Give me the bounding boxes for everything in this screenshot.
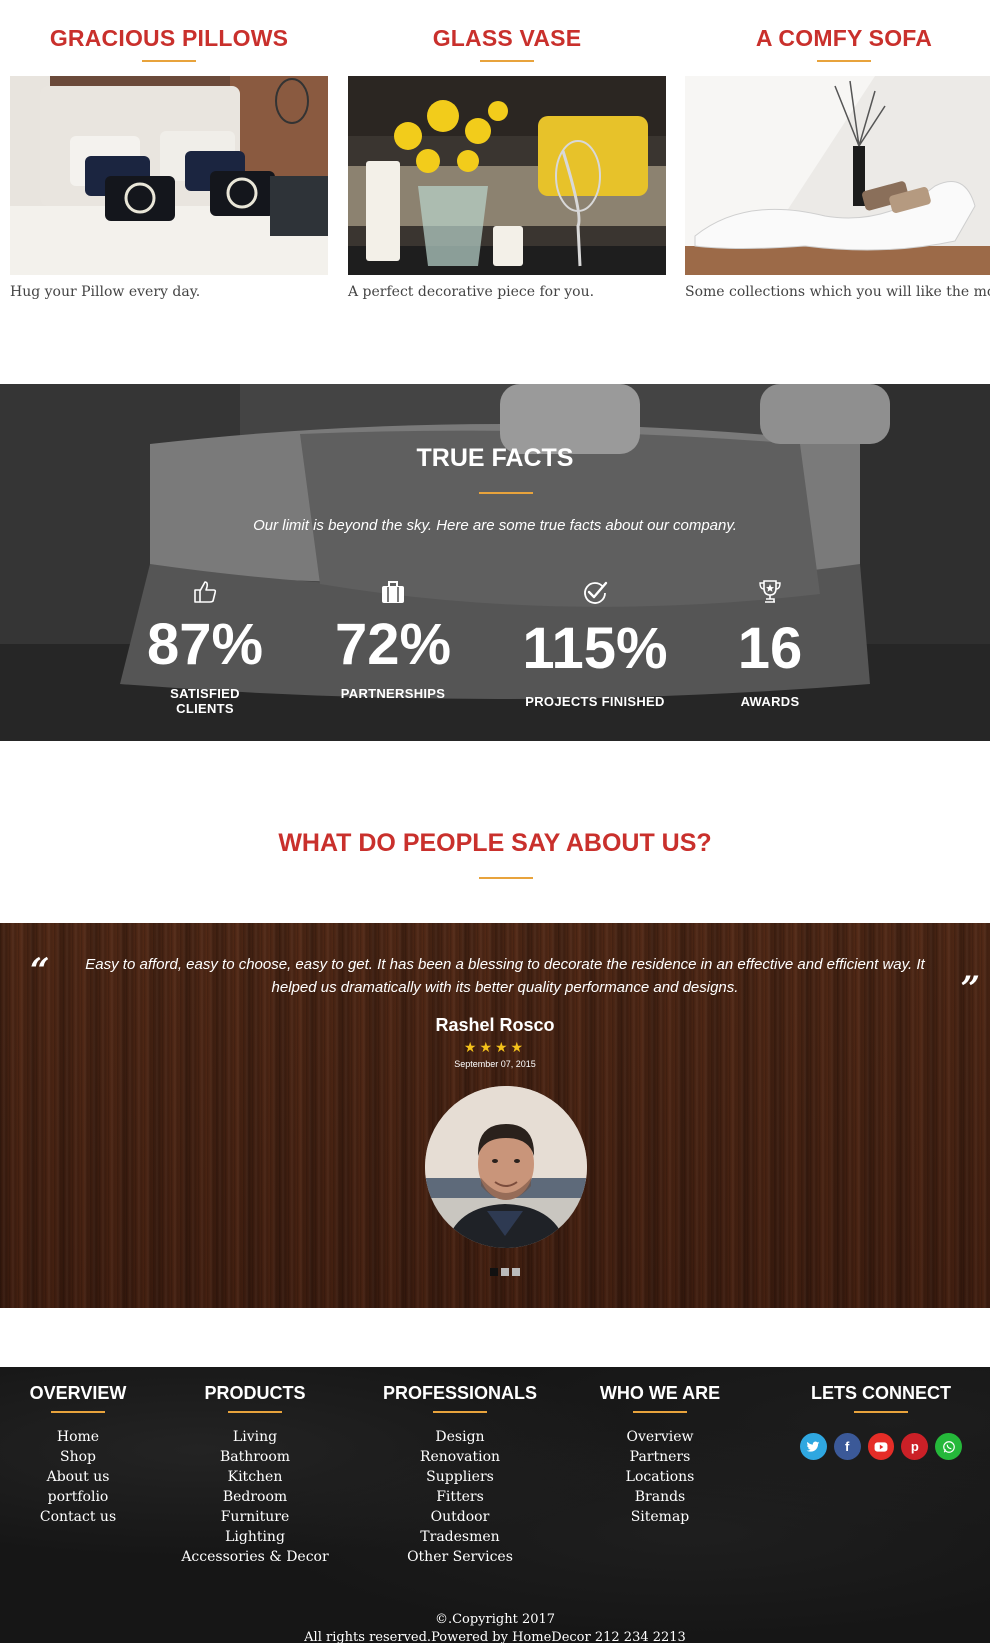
footer-column-who-we-are: WHO WE ARE Overview Partners Locations B… bbox=[590, 1383, 730, 1527]
facebook-icon[interactable]: f bbox=[833, 1433, 861, 1460]
copyright-line: ©.Copyright 2017 bbox=[434, 1612, 556, 1627]
footer-link[interactable]: Furniture bbox=[180, 1507, 330, 1527]
vase-image[interactable] bbox=[348, 76, 666, 275]
footer-link[interactable]: Sitemap bbox=[590, 1507, 730, 1527]
footer-link[interactable]: Overview bbox=[590, 1427, 730, 1447]
product-description: A perfect decorative piece for you. bbox=[348, 284, 595, 300]
footer-link[interactable]: Partners bbox=[590, 1447, 730, 1467]
testimonials-title: WHAT DO PEOPLE SAY ABOUT US? bbox=[278, 829, 712, 857]
footer-link[interactable]: portfolio bbox=[28, 1487, 128, 1507]
title-underline bbox=[51, 1411, 105, 1413]
author-avatar bbox=[425, 1086, 587, 1248]
fact-label: AWARDS bbox=[740, 694, 800, 709]
carousel-dot[interactable] bbox=[501, 1268, 509, 1276]
testimonial-quote: Easy to afford, easy to choose, easy to … bbox=[85, 956, 925, 996]
testimonial-carousel[interactable]: “ Easy to afford, easy to choose, easy t… bbox=[0, 923, 990, 1308]
product-card-vase[interactable]: GLASS VASE A perfect decorative piece fo… bbox=[348, 0, 666, 300]
fact-value: 87% bbox=[146, 612, 264, 677]
close-quote-icon: ” bbox=[960, 969, 980, 1009]
fact-satisfied-clients: 87% SATISFIED CLIENTS bbox=[140, 578, 270, 716]
testimonial-date: September 07, 2015 bbox=[454, 1059, 536, 1069]
footer-column-connect: LETS CONNECT f p bbox=[800, 1383, 962, 1460]
footer-link[interactable]: Suppliers bbox=[380, 1467, 540, 1487]
briefcase-icon bbox=[382, 581, 404, 603]
footer-link[interactable]: Kitchen bbox=[180, 1467, 330, 1487]
title-underline bbox=[480, 60, 534, 62]
fact-partnerships: 72% PARTNERSHIPS bbox=[328, 578, 458, 701]
title-underline bbox=[479, 877, 533, 879]
footer-link[interactable]: Home bbox=[28, 1427, 128, 1447]
footer-link[interactable]: Outdoor bbox=[380, 1507, 540, 1527]
pinterest-icon[interactable]: p bbox=[901, 1433, 929, 1460]
whatsapp-icon[interactable] bbox=[935, 1433, 962, 1460]
true-facts-section: TRUE FACTS Our limit is beyond the sky. … bbox=[0, 384, 990, 741]
carousel-dot[interactable] bbox=[512, 1268, 520, 1276]
product-description: Hug your Pillow every day. bbox=[10, 284, 201, 300]
social-links: f p bbox=[800, 1433, 962, 1460]
footer-link[interactable]: Accessories & Decor bbox=[180, 1547, 330, 1567]
footer-column-title: PRODUCTS bbox=[204, 1383, 306, 1403]
site-footer: OVERVIEW Home Shop About us portfolio Co… bbox=[0, 1367, 990, 1643]
check-circle-icon bbox=[584, 581, 608, 604]
testimonial-author: Rashel Rosco bbox=[435, 1015, 555, 1035]
rating-stars-icon: ★★★★ bbox=[463, 1039, 527, 1055]
footer-link[interactable]: Design bbox=[380, 1427, 540, 1447]
fact-label: SATISFIED CLIENTS bbox=[170, 686, 240, 716]
footer-link[interactable]: Renovation bbox=[380, 1447, 540, 1467]
footer-link[interactable]: Living bbox=[180, 1427, 330, 1447]
title-underline bbox=[854, 1411, 908, 1413]
footer-column-overview: OVERVIEW Home Shop About us portfolio Co… bbox=[28, 1383, 128, 1527]
footer-link[interactable]: Tradesmen bbox=[380, 1527, 540, 1547]
title-underline bbox=[228, 1411, 282, 1413]
fact-value: 72% bbox=[334, 612, 452, 677]
footer-column-title: WHO WE ARE bbox=[599, 1383, 721, 1403]
title-underline bbox=[633, 1411, 687, 1413]
footer-column-title: LETS CONNECT bbox=[810, 1383, 951, 1403]
product-title: GLASS VASE bbox=[432, 25, 582, 51]
fact-awards: 16 AWARDS bbox=[720, 578, 820, 709]
footer-link[interactable]: Other Services bbox=[380, 1547, 540, 1567]
sofa-image[interactable] bbox=[685, 76, 990, 275]
facts-title: TRUE FACTS bbox=[416, 444, 574, 472]
footer-link[interactable]: About us bbox=[28, 1467, 128, 1487]
footer-link[interactable]: Locations bbox=[590, 1467, 730, 1487]
fact-value: 16 bbox=[737, 616, 803, 681]
product-description: Some collections which you will like the… bbox=[685, 284, 990, 300]
twitter-icon[interactable] bbox=[800, 1433, 827, 1460]
title-underline bbox=[817, 60, 871, 62]
carousel-pagination bbox=[490, 1268, 520, 1276]
product-title: GRACIOUS PILLOWS bbox=[49, 25, 289, 51]
facts-subtitle: Our limit is beyond the sky. Here are so… bbox=[253, 517, 737, 534]
product-card-sofa[interactable]: A COMFY SOFA Some collections which you … bbox=[685, 0, 990, 300]
product-title: A COMFY SOFA bbox=[755, 25, 933, 51]
footer-column-professionals: PROFESSIONALS Design Renovation Supplier… bbox=[380, 1383, 540, 1567]
footer-link[interactable]: Bedroom bbox=[180, 1487, 330, 1507]
product-card-pillows[interactable]: GRACIOUS PILLOWS Hug your Pillow every d… bbox=[10, 0, 328, 300]
open-quote-icon: “ bbox=[30, 951, 50, 991]
youtube-icon[interactable] bbox=[867, 1433, 895, 1460]
trophy-icon bbox=[759, 580, 781, 603]
fact-value: 115% bbox=[522, 616, 668, 681]
footer-link[interactable]: Bathroom bbox=[180, 1447, 330, 1467]
title-underline bbox=[433, 1411, 487, 1413]
fact-projects-finished: 115% PROJECTS FINISHED bbox=[510, 578, 680, 709]
products-section: GRACIOUS PILLOWS Hug your Pillow every d… bbox=[0, 0, 990, 384]
copyright-line: All rights reserved.Powered by HomeDecor… bbox=[304, 1630, 686, 1643]
thumbs-up-icon bbox=[194, 581, 217, 603]
title-underline bbox=[142, 60, 196, 62]
footer-link[interactable]: Contact us bbox=[28, 1507, 128, 1527]
fact-label: PROJECTS FINISHED bbox=[525, 694, 665, 709]
title-underline bbox=[479, 492, 533, 494]
footer-column-products: PRODUCTS Living Bathroom Kitchen Bedroom… bbox=[180, 1383, 330, 1567]
footer-link[interactable]: Lighting bbox=[180, 1527, 330, 1547]
fact-label: PARTNERSHIPS bbox=[340, 686, 446, 701]
footer-column-title: OVERVIEW bbox=[29, 1383, 127, 1403]
footer-link[interactable]: Fitters bbox=[380, 1487, 540, 1507]
pillows-image[interactable] bbox=[10, 76, 328, 275]
footer-link[interactable]: Shop bbox=[28, 1447, 128, 1467]
carousel-dot[interactable] bbox=[490, 1268, 498, 1276]
footer-link[interactable]: Brands bbox=[590, 1487, 730, 1507]
footer-column-title: PROFESSIONALS bbox=[382, 1383, 538, 1403]
copyright: ©.Copyright 2017 All rights reserved.Pow… bbox=[0, 1611, 990, 1643]
